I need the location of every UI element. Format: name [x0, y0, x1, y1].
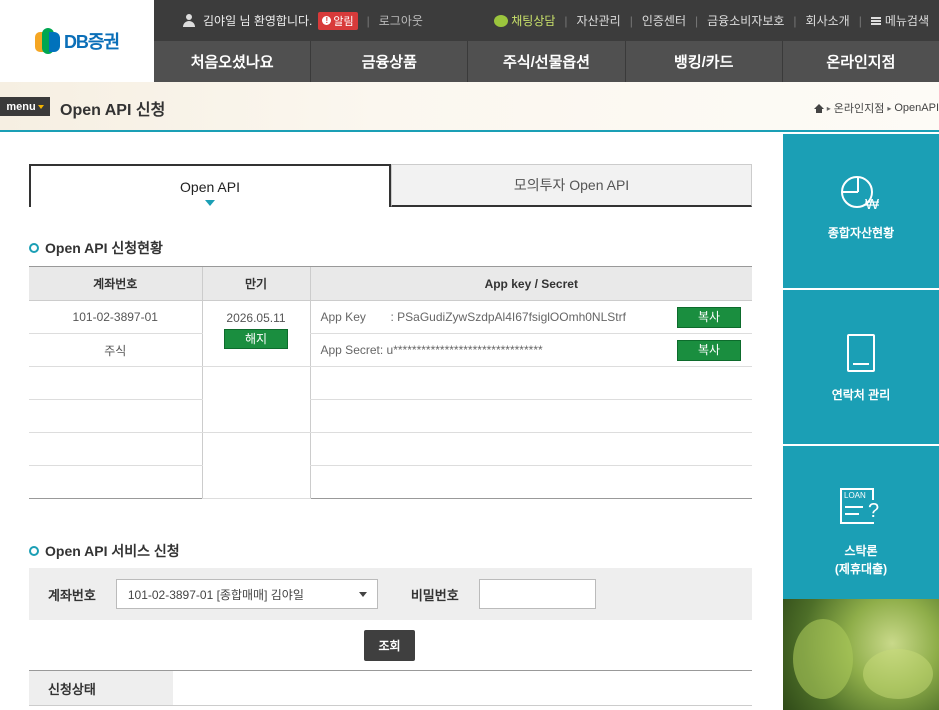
copy-app-secret-button[interactable]: 복사 [677, 340, 741, 361]
nav-first-visit[interactable]: 처음오셨나요 [154, 41, 310, 82]
account-select[interactable]: 101-02-3897-01 [종합매매] 김야일 [115, 579, 378, 609]
breadcrumb-openapi: OpenAPI [894, 102, 939, 114]
logo-text: DB증권 [63, 32, 120, 52]
alarm-button[interactable]: ! 알림 [318, 11, 358, 30]
status-label: 신청상태 [29, 671, 173, 705]
chat-link[interactable]: 채팅상담 [511, 12, 555, 29]
table-row [29, 432, 752, 499]
tab-open-api[interactable]: Open API [29, 164, 391, 207]
quick-menu: ₩ 종합자산현황 연락처 관리 LOAN? 스탁론 (제휴대출) [783, 134, 939, 710]
table-row [29, 465, 752, 499]
menu-button[interactable]: menu [0, 97, 50, 116]
tab-mock-open-api[interactable]: 모의투자 Open API [391, 164, 752, 207]
app-key-value: : PSaGudiZywSzdpAl4I67fsiglOOmh0NLStrf [390, 310, 626, 324]
table-row [29, 366, 752, 433]
status-section-title: Open API 신청현황 [29, 238, 163, 258]
table-header-row: 계좌번호 만기 App key / Secret [29, 266, 752, 301]
list-icon [870, 16, 881, 25]
menu-search-link[interactable]: 메뉴검색 [885, 12, 929, 29]
logo[interactable]: DB증권 [0, 0, 154, 82]
account-label: 계좌번호 [48, 587, 96, 603]
phone-icon [847, 334, 875, 372]
page-header-bar: menu Open API 신청 ▸ 온라인지점 ▸ OpenAPI [0, 82, 939, 132]
active-tab-indicator [205, 200, 215, 206]
password-input[interactable] [478, 579, 596, 609]
table-row [29, 399, 752, 433]
consumer-protection-link[interactable]: 금융소비자보호 [707, 12, 784, 29]
bullet-ring-icon [29, 546, 39, 556]
nav-banking-card[interactable]: 뱅킹/카드 [624, 41, 782, 82]
nav-online-branch[interactable]: 온라인지점 [781, 41, 939, 82]
company-link[interactable]: 회사소개 [806, 12, 850, 29]
app-key-cell: App Key : PSaGudiZywSzdpAl4I67fsiglOOmh0N… [309, 300, 752, 334]
nav-financial-products[interactable]: 금융상품 [310, 41, 467, 82]
user-icon [183, 14, 195, 27]
status-table: 계좌번호 만기 App key / Secret 101-02-3897-01 … [29, 266, 752, 499]
logout-link[interactable]: 로그아웃 [379, 12, 423, 29]
service-section-title: Open API 서비스 신청 [29, 541, 180, 561]
app-secret-label: App Secret [320, 343, 380, 357]
application-status-row: 신청상태 [29, 670, 752, 706]
search-button[interactable]: 조회 [364, 630, 415, 661]
quick-contact-management[interactable]: 연락처 관리 [783, 290, 939, 444]
nav-stocks-futures[interactable]: 주식/선물옵션 [467, 41, 624, 82]
dropdown-arrow-icon [358, 592, 367, 597]
breadcrumb: ▸ 온라인지점 ▸ OpenAPI [813, 100, 939, 116]
account-type: 주식 [29, 333, 202, 367]
account-number: 101-02-3897-01 [29, 300, 202, 334]
quick-asset-status[interactable]: ₩ 종합자산현황 [783, 134, 939, 288]
bullet-ring-icon [29, 243, 39, 253]
alarm-icon: ! [322, 16, 332, 25]
quick-stock-loan[interactable]: LOAN? 스탁론 (제휴대출) [783, 446, 939, 599]
cancel-button[interactable]: 해지 [224, 328, 288, 349]
welcome-text: 김야일 님 환영합니다. [203, 14, 313, 28]
home-icon[interactable] [813, 103, 824, 113]
expiry-date: 2026.05.11 [226, 310, 286, 325]
db-logo-icon [34, 26, 61, 56]
certification-center-link[interactable]: 인증센터 [642, 12, 686, 29]
header-account: 계좌번호 [29, 266, 202, 301]
decorative-leaf-photo [783, 599, 939, 710]
status-value [173, 671, 752, 705]
expiry-cell: 2026.05.11 해지 [201, 300, 310, 367]
app-secret-value: : u******************************** [379, 343, 543, 357]
app-secret-cell: App Secret: u***************************… [309, 333, 752, 367]
breadcrumb-online-branch[interactable]: 온라인지점 [834, 100, 885, 116]
table-row: 101-02-3897-01 2026.05.11 해지 App Key : PS… [29, 300, 752, 367]
asset-chart-icon: ₩ [839, 174, 883, 214]
header-appkey: App key / Secret [309, 266, 752, 301]
main-content: Open API 모의투자 Open API Open API 신청현황 계좌번… [0, 134, 783, 710]
api-tabs: Open API 모의투자 Open API [29, 164, 752, 207]
table-row: 주식 App Secret: u************************… [29, 333, 752, 367]
app-key-label: App Key [320, 310, 366, 324]
header-expiry: 만기 [201, 266, 310, 301]
caret-down-icon [37, 104, 44, 109]
top-utility-bar: 김야일 님 환영합니다. ! 알림 | 로그아웃 채팅상담 | 자산관리 | 인증… [154, 0, 939, 41]
copy-app-key-button[interactable]: 복사 [677, 307, 741, 328]
page-title: Open API 신청 [60, 102, 166, 119]
chat-icon [494, 14, 509, 27]
password-label: 비밀번호 [410, 587, 459, 603]
asset-management-link[interactable]: 자산관리 [577, 12, 621, 29]
main-nav: 처음오셨나요 금융상품 주식/선물옵션 뱅킹/카드 온라인지점 [154, 41, 939, 82]
loan-document-icon: LOAN? [840, 488, 882, 528]
service-form: 계좌번호 101-02-3897-01 [종합매매] 김야일 비밀번호 [29, 568, 752, 620]
